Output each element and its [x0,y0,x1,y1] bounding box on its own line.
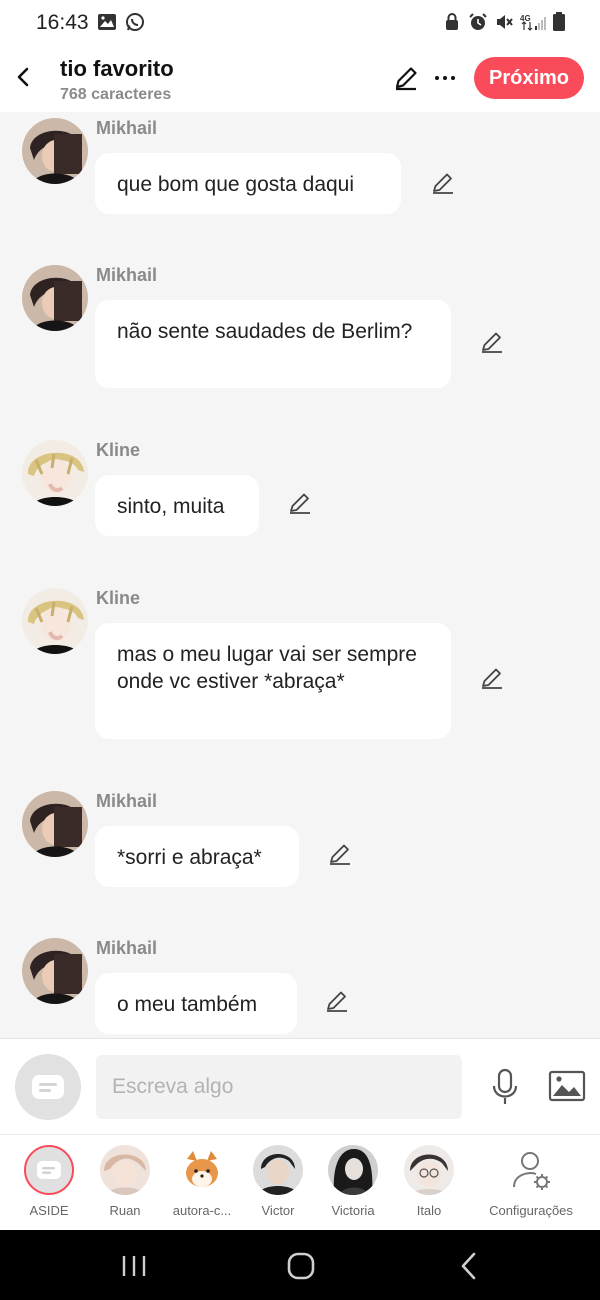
character-label: Italo [416,1203,442,1218]
message-item: Mikhail não sente saudades de Berlim? [0,265,600,405]
image-upload-icon[interactable] [548,1069,586,1103]
edit-message-icon[interactable] [327,841,353,867]
back-arrow-icon[interactable] [10,62,36,92]
recent-apps-icon[interactable] [118,1250,150,1282]
autora-avatar [177,1145,227,1195]
sender-name: Mikhail [96,938,158,958]
sender-name: Mikhail [96,265,158,285]
chat-mode-button[interactable] [15,1054,81,1120]
avatar-mikhail[interactable] [22,265,88,331]
user-settings-icon [513,1152,550,1190]
message-bubble[interactable]: mas o meu lugar vai ser sempre onde vc e… [95,623,451,739]
back-nav-icon[interactable] [454,1250,486,1282]
character-tab-ruan[interactable]: Ruan [87,1145,163,1225]
message-bubble[interactable]: não sente saudades de Berlim? [95,300,451,388]
chat-header: tio favorito 768 caracteres Próximo [0,44,600,112]
victor-avatar [253,1145,303,1195]
status-time: 16:43 [36,11,89,34]
mute-icon [497,15,513,29]
whatsapp-icon [126,13,144,31]
sender-name: Kline [96,440,141,460]
character-tab-victoria[interactable]: Victoria [315,1145,391,1225]
chat-messages: Mikhail que bom que gosta daqui Mikhail … [0,112,600,1038]
avatar-mikhail[interactable] [22,938,88,1004]
message-item: Mikhail que bom que gosta daqui [0,118,600,230]
ruan-avatar [100,1145,150,1195]
battery-icon [553,12,565,31]
character-tab-aside[interactable]: ASIDE [11,1145,87,1225]
microphone-icon[interactable] [490,1067,520,1107]
avatar-mikhail[interactable] [22,791,88,857]
avatar-mikhail[interactable] [22,118,88,184]
lock-icon [446,13,458,30]
message-bubble[interactable]: o meu também [95,973,297,1034]
character-tab-italo[interactable]: Italo [391,1145,467,1225]
message-bubble[interactable]: *sorri e abraça* [95,826,299,887]
message-item: Kline mas o meu lugar vai ser sempre ond… [0,588,600,748]
edit-message-icon[interactable] [479,329,505,355]
edit-message-icon[interactable] [430,170,456,196]
message-bubble[interactable]: que bom que gosta daqui [95,153,401,214]
message-item: Mikhail *sorri e abraça* [0,791,600,896]
character-label: Configurações [489,1203,573,1218]
italo-avatar [404,1145,454,1195]
chat-bubble-icon [37,1161,61,1179]
chat-bubble-icon [32,1075,64,1099]
character-switcher: ASIDE Ruan autora-c... Victor Victoria I… [0,1134,600,1230]
character-count: 768 caracteres [60,86,172,103]
sender-name: Kline [96,588,141,608]
avatar-kline[interactable] [22,588,88,654]
4g-signal-icon: 4G [520,14,546,31]
aside-avatar [24,1145,74,1195]
system-navigation-bar [0,1230,600,1300]
edit-pencil-icon[interactable] [392,64,420,92]
message-item: Mikhail o meu também [0,938,600,1038]
settings-tab[interactable]: Configurações [489,1145,573,1225]
chat-title: tio favorito [60,56,174,81]
home-icon[interactable] [285,1250,317,1282]
more-options-icon[interactable] [431,64,459,92]
edit-message-icon[interactable] [324,988,350,1014]
message-bubble[interactable]: sinto, muita [95,475,259,536]
status-bar: 16:43 4G [0,0,600,44]
sender-name: Mikhail [96,118,158,138]
character-tab-autora[interactable]: autora-c... [164,1145,240,1225]
gallery-icon [98,14,116,30]
next-button[interactable]: Próximo [474,57,584,99]
svg-text:4G: 4G [520,14,531,23]
edit-message-icon[interactable] [287,490,313,516]
victoria-avatar [328,1145,378,1195]
alarm-icon [469,13,487,30]
sender-name: Mikhail [96,791,158,811]
message-item: Kline sinto, muita [0,440,600,545]
message-input-bar [0,1038,600,1134]
avatar-kline[interactable] [22,440,88,506]
message-input[interactable] [96,1055,462,1119]
edit-message-icon[interactable] [479,665,505,691]
